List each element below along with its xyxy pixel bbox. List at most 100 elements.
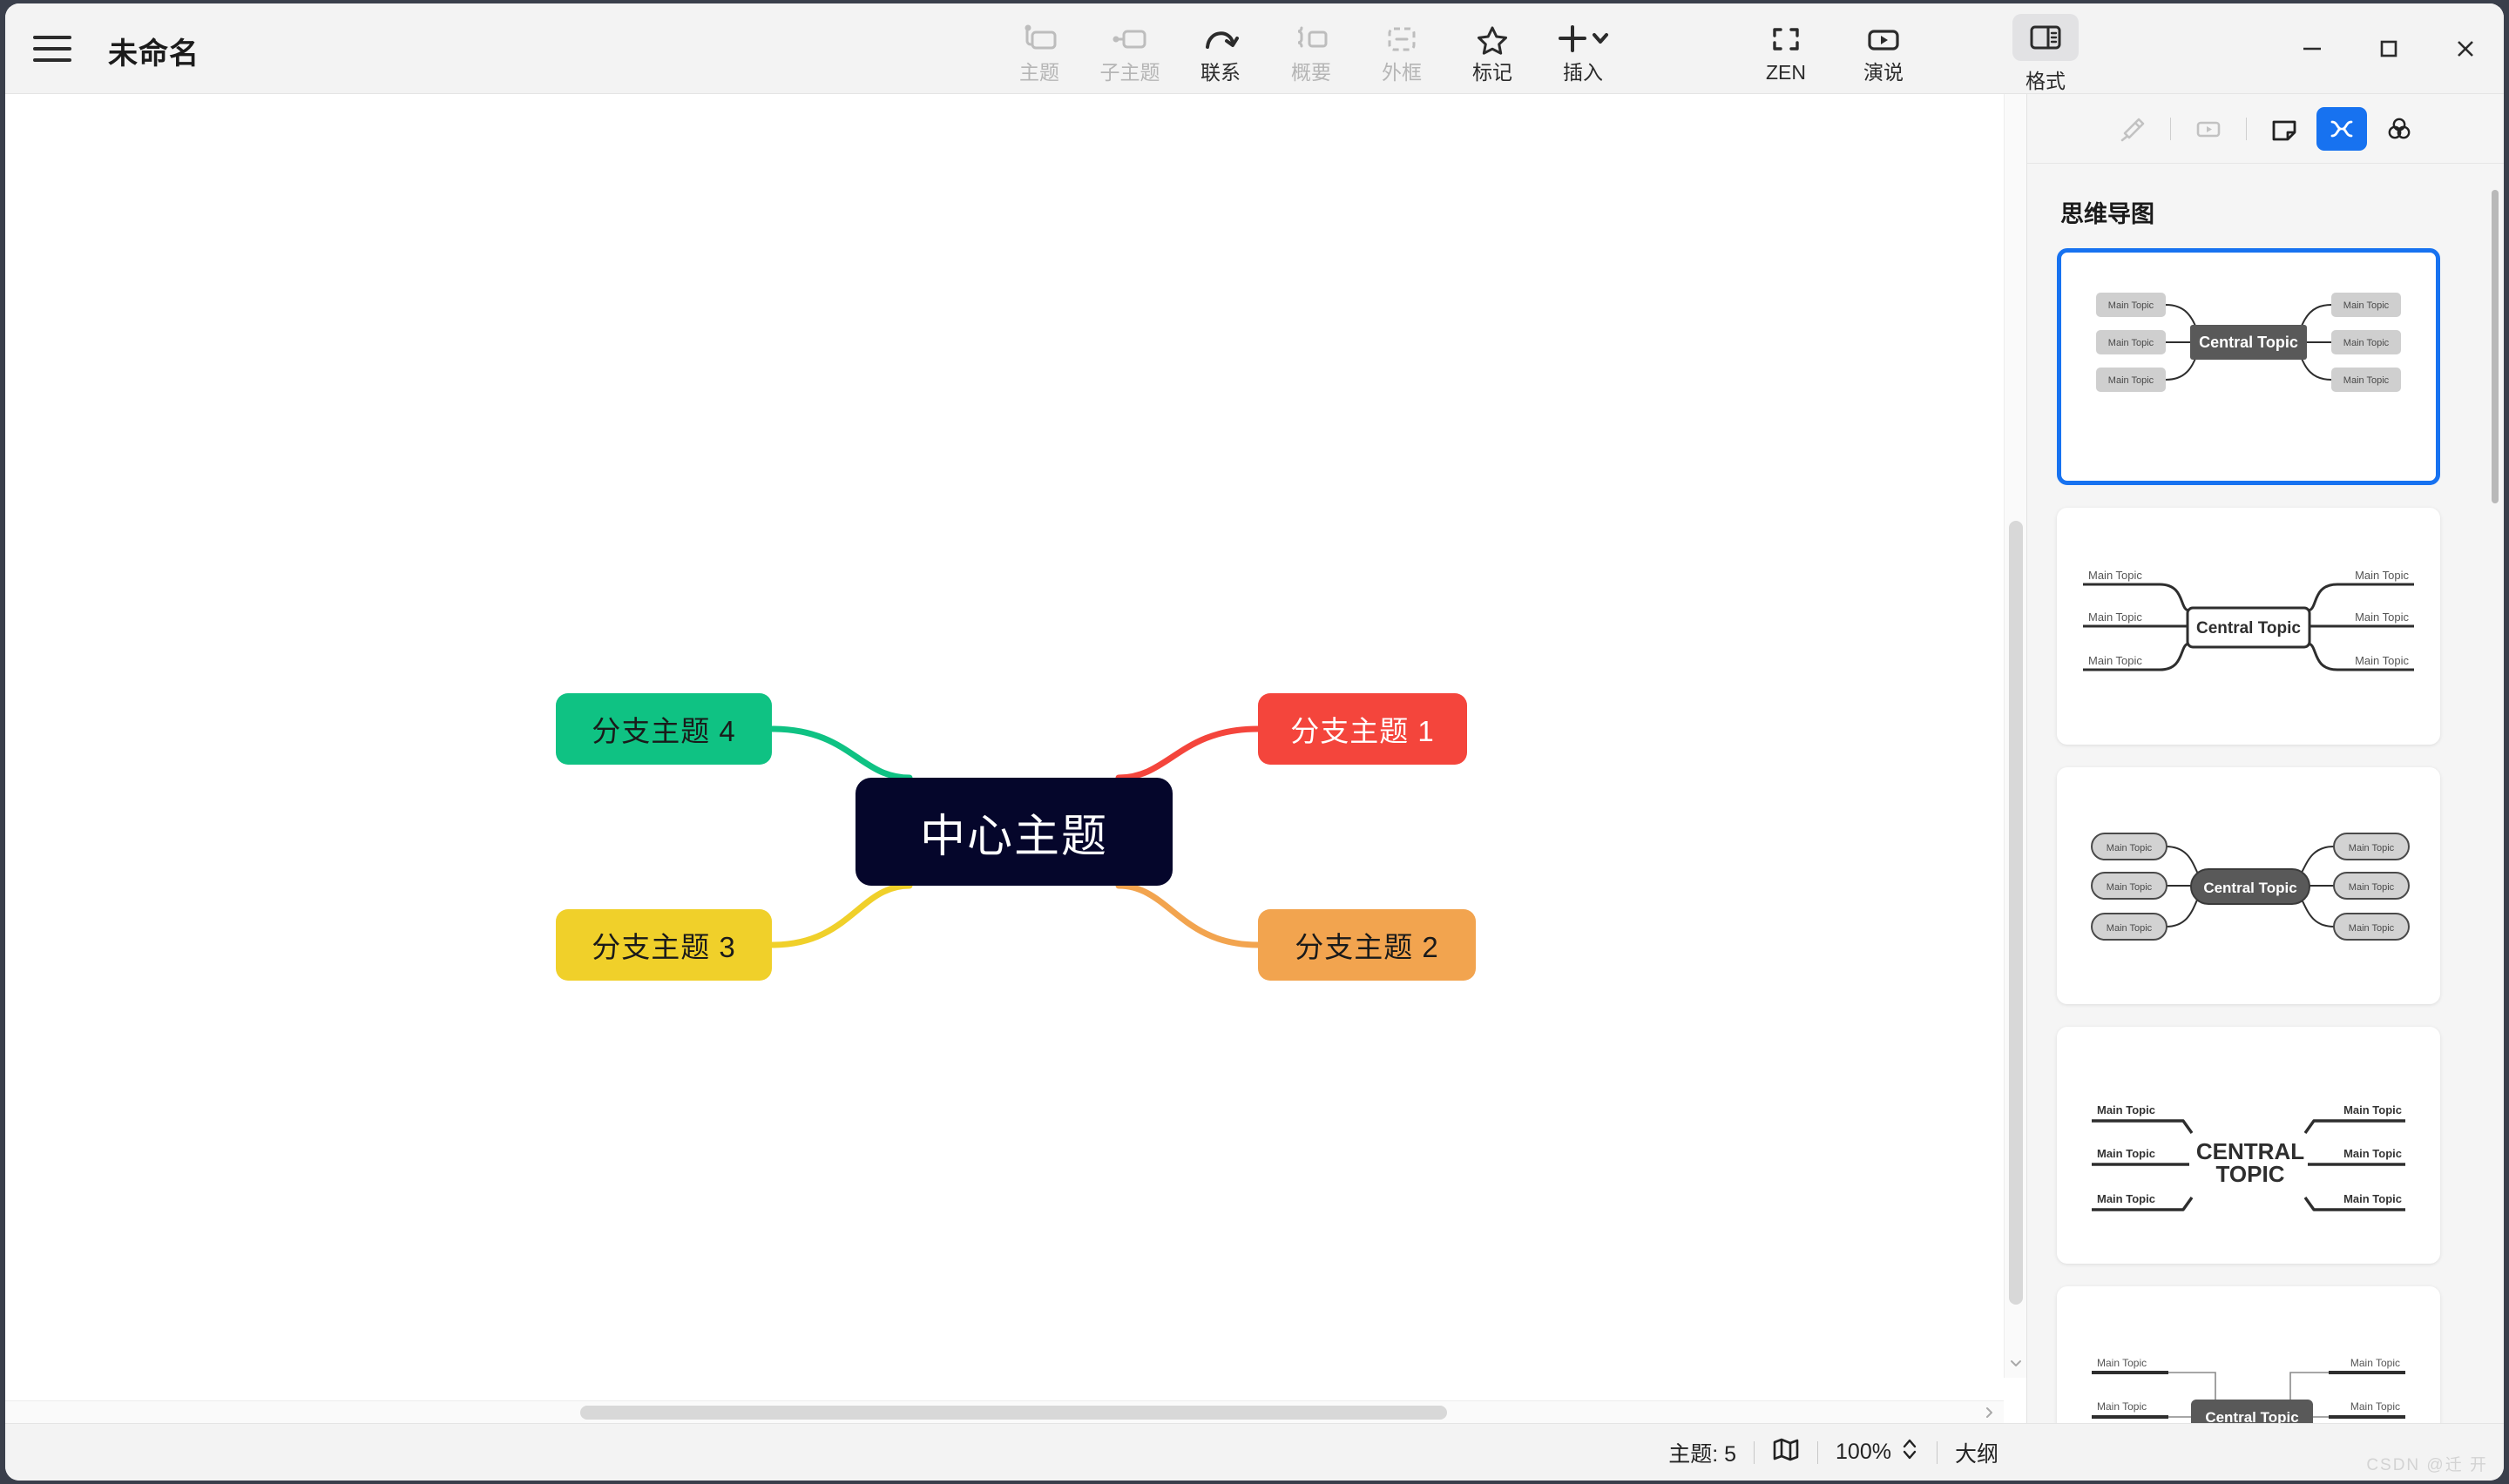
zoom-control[interactable]: 100%: [1818, 1436, 1937, 1468]
document-title[interactable]: 未命名: [108, 30, 200, 72]
format-painter-icon: [2120, 118, 2144, 141]
toolbar-item-summary[interactable]: 概要: [1266, 10, 1356, 83]
toolbar-item-insert[interactable]: 插入: [1538, 10, 1628, 83]
svg-text:Main Topic: Main Topic: [2088, 610, 2142, 624]
folded-map-icon: [1772, 1436, 1800, 1468]
toolbar-item-boundary[interactable]: 外框: [1356, 10, 1447, 83]
toolbar-item-label: 联系: [1200, 61, 1241, 84]
svg-text:Central Topic: Central Topic: [2203, 880, 2296, 896]
toolbar-item-label: 演说: [1863, 61, 1904, 84]
toolbar-item-label: 外框: [1382, 61, 1422, 84]
title-bar: 未命名 主题 子主题 联系 概要 外框 标记 插入 ZEN 演说 格式: [5, 3, 2504, 94]
toolbar-item-label: ZEN: [1766, 61, 1806, 84]
chevron-down-icon[interactable]: [2005, 1348, 2026, 1378]
panel-scrollbar-thumb[interactable]: [2492, 190, 2499, 503]
toolbar-item-relation[interactable]: 联系: [1175, 10, 1266, 83]
template-card-3[interactable]: Main Topic Main Topic Main Topic Main To…: [2057, 767, 2440, 1004]
mindmap-canvas[interactable]: 中心主题 分支主题 1 分支主题 2 分支主题 3 分支主题 4: [5, 94, 2026, 1423]
svg-text:Main Topic: Main Topic: [2107, 923, 2153, 934]
template-list[interactable]: 思维导图 Main Topic Main Topic Main Topic Ma…: [2027, 164, 2504, 1423]
mindmap-branch-node-1[interactable]: 分支主题 1: [1258, 693, 1467, 765]
toolbar-item-zen[interactable]: ZEN: [1737, 10, 1835, 83]
mindmap-connectors: [768, 725, 1261, 948]
toolbar-item-topic[interactable]: 主题: [994, 10, 1085, 83]
toolbar-item-subtopic[interactable]: 子主题: [1085, 10, 1175, 83]
relation-icon: [1201, 19, 1240, 59]
map-overview-button[interactable]: [1755, 1436, 1817, 1468]
structure-icon: [2330, 120, 2352, 137]
close-icon[interactable]: [2427, 3, 2504, 94]
template-card-4[interactable]: Main Topic Main Topic Main Topic Main To…: [2057, 1027, 2440, 1264]
node-label: 分支主题 4: [592, 715, 736, 747]
svg-text:Central Topic: Central Topic: [2196, 619, 2301, 637]
tab-notes[interactable]: [2259, 107, 2309, 151]
svg-text:TOPIC: TOPIC: [2216, 1161, 2285, 1187]
toolbar-item-label: 插入: [1563, 61, 1603, 84]
tab-format-painter[interactable]: [2107, 107, 2158, 151]
color-circles-icon: [2388, 118, 2410, 138]
topic-icon: [1020, 19, 1058, 59]
maximize-icon[interactable]: [2350, 3, 2427, 94]
presentation-play-icon: [1864, 19, 1903, 59]
format-panel: 思维导图 Main Topic Main Topic Main Topic Ma…: [2026, 94, 2504, 1423]
svg-text:Main Topic: Main Topic: [2350, 1357, 2400, 1369]
svg-text:Main Topic: Main Topic: [2107, 843, 2153, 853]
node-label: 分支主题 3: [592, 931, 736, 963]
mindmap-branch-node-3[interactable]: 分支主题 3: [556, 909, 772, 981]
svg-text:Main Topic: Main Topic: [2097, 1147, 2155, 1160]
svg-text:Main Topic: Main Topic: [2343, 300, 2390, 311]
svg-text:Main Topic: Main Topic: [2343, 338, 2390, 348]
toolbar-item-label: 主题: [1019, 61, 1059, 84]
svg-text:Main Topic: Main Topic: [2343, 1103, 2402, 1116]
toolbar-item-label: 标记: [1472, 61, 1512, 84]
svg-text:Main Topic: Main Topic: [2097, 1400, 2147, 1413]
canvas-horizontal-scrollbar[interactable]: [5, 1400, 2004, 1423]
template-card-2[interactable]: Main Topic Main Topic Main Topic Main To…: [2057, 508, 2440, 745]
tab-theme-colors[interactable]: [2374, 107, 2424, 151]
minimize-icon[interactable]: [2274, 3, 2350, 94]
toolbar-item-marker[interactable]: 标记: [1447, 10, 1538, 83]
toolbar-item-presentation[interactable]: 演说: [1835, 10, 1932, 83]
chevron-right-icon[interactable]: [1978, 1401, 2000, 1423]
template-card-1[interactable]: Main Topic Main Topic Main Topic Main To…: [2057, 248, 2440, 485]
hamburger-menu-icon[interactable]: [33, 31, 71, 66]
tab-structure[interactable]: [2316, 106, 2367, 151]
svg-text:Main Topic: Main Topic: [2088, 569, 2142, 582]
toolbar-item-label: 概要: [1291, 61, 1331, 84]
svg-text:Main Topic: Main Topic: [2343, 375, 2390, 386]
fullscreen-brackets-icon: [1767, 19, 1805, 59]
svg-text:Main Topic: Main Topic: [2108, 338, 2154, 348]
panel-layout-icon: [2012, 14, 2079, 61]
svg-text:Main Topic: Main Topic: [2097, 1192, 2155, 1205]
mindmap-branch-node-4[interactable]: 分支主题 4: [556, 693, 772, 765]
template-card-5[interactable]: Main Topic Main Topic Main Topic Main To…: [2057, 1286, 2440, 1423]
outline-button[interactable]: 大纲: [1938, 1437, 2016, 1468]
svg-text:Central Topic: Central Topic: [2205, 1409, 2298, 1423]
panel-heading: 思维导图: [2060, 201, 2154, 227]
summary-icon: [1292, 19, 1330, 59]
up-down-chevrons-icon[interactable]: [1900, 1436, 1919, 1468]
status-bar: 主题: 5 100% 大纲: [5, 1423, 2504, 1481]
svg-text:Main Topic: Main Topic: [2349, 843, 2395, 853]
format-panel-toggle[interactable]: 格式: [1997, 10, 2094, 94]
svg-text:Main Topic: Main Topic: [2097, 1357, 2147, 1369]
workspace: 中心主题 分支主题 1 分支主题 2 分支主题 3 分支主题 4 思维导图 Ma…: [5, 94, 2504, 1423]
svg-text:Main Topic: Main Topic: [2088, 654, 2142, 667]
svg-text:Main Topic: Main Topic: [2349, 882, 2395, 893]
canvas-horizontal-scrollbar-thumb[interactable]: [580, 1406, 1447, 1420]
topic-count: 主题: 5: [1668, 1441, 1737, 1467]
main-toolbar: 主题 子主题 联系 概要 外框 标记 插入: [994, 10, 1628, 83]
canvas-vertical-scrollbar-thumb[interactable]: [2009, 521, 2023, 1305]
boundary-icon: [1383, 19, 1421, 59]
svg-text:Main Topic: Main Topic: [2349, 923, 2395, 934]
svg-text:Main Topic: Main Topic: [2355, 654, 2409, 667]
mindmap-central-node[interactable]: 中心主题: [855, 778, 1173, 886]
tab-media[interactable]: [2183, 107, 2234, 151]
toolbar-item-label: 子主题: [1099, 61, 1160, 84]
svg-text:Main Topic: Main Topic: [2108, 300, 2154, 311]
zoom-value: 100%: [1836, 1440, 1891, 1464]
mindmap-branch-node-2[interactable]: 分支主题 2: [1258, 909, 1476, 981]
subtopic-icon: [1111, 19, 1149, 59]
canvas-vertical-scrollbar[interactable]: [2004, 94, 2026, 1378]
svg-text:Main Topic: Main Topic: [2097, 1103, 2155, 1116]
